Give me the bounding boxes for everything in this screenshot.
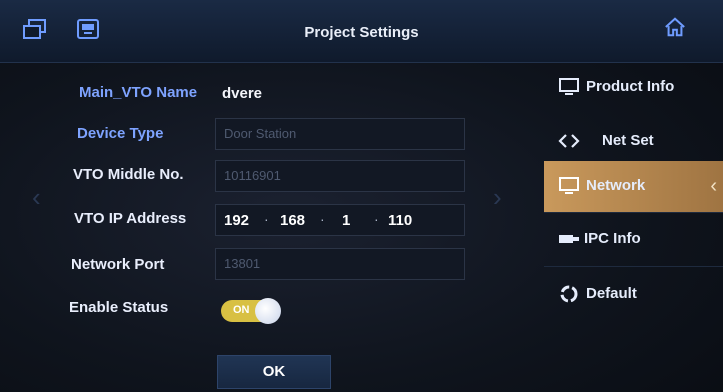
chevron-left-icon: ‹ bbox=[710, 175, 717, 197]
vto-ip-address-label: VTO IP Address bbox=[74, 210, 187, 227]
enable-status-label: Enable Status bbox=[69, 299, 169, 316]
menu-item-label: IPC Info bbox=[584, 230, 641, 247]
enable-status-toggle[interactable]: ON bbox=[221, 298, 281, 324]
ip-octet-4[interactable]: 110 bbox=[388, 205, 412, 237]
side-menu: Product Info Net Set Network ‹ IPC Info bbox=[544, 62, 723, 392]
menu-item-network[interactable]: Network ‹ bbox=[544, 161, 723, 213]
home-icon[interactable] bbox=[662, 16, 688, 38]
menu-divider bbox=[544, 212, 723, 213]
main-vto-name-value[interactable]: dvere bbox=[222, 85, 262, 102]
next-arrow[interactable]: › bbox=[493, 182, 502, 213]
camera-icon bbox=[558, 229, 580, 249]
menu-item-ipc-info[interactable]: IPC Info bbox=[544, 214, 723, 266]
ip-dot: · bbox=[374, 211, 379, 227]
top-bar: Project Settings bbox=[0, 0, 723, 63]
monitor-icon bbox=[558, 77, 580, 97]
vto-ip-address-field[interactable]: 192 · 168 · 1 · 110 bbox=[215, 204, 465, 236]
recycle-icon bbox=[558, 284, 580, 304]
toggle-knob bbox=[255, 298, 281, 324]
ip-octet-3[interactable]: 1 bbox=[342, 205, 350, 237]
menu-item-label: Default bbox=[586, 285, 637, 302]
ip-dot: · bbox=[320, 211, 325, 227]
menu-item-label: Product Info bbox=[586, 78, 675, 95]
page-title: Project Settings bbox=[304, 24, 419, 41]
ip-octet-2[interactable]: 168 bbox=[280, 205, 305, 237]
device-type-field[interactable]: Door Station bbox=[215, 118, 465, 150]
ip-dot: · bbox=[264, 211, 269, 227]
menu-item-default[interactable]: Default bbox=[544, 269, 723, 321]
main-vto-name-label: Main_VTO Name bbox=[79, 84, 198, 101]
network-port-field[interactable]: 13801 bbox=[215, 248, 465, 280]
vto-middle-no-label: VTO Middle No. bbox=[73, 166, 184, 183]
menu-item-label: Net Set bbox=[602, 132, 654, 149]
toggle-on-text: ON bbox=[233, 304, 250, 316]
ip-octet-1[interactable]: 192 bbox=[224, 205, 249, 237]
vto-middle-no-field[interactable]: 10116901 bbox=[215, 160, 465, 192]
menu-divider bbox=[544, 266, 723, 267]
prev-arrow[interactable]: ‹ bbox=[32, 182, 41, 213]
menu-item-product-info[interactable]: Product Info bbox=[544, 62, 723, 114]
menu-item-label: Network bbox=[586, 177, 646, 194]
code-arrows-icon bbox=[558, 131, 580, 151]
project-settings-screen: Project Settings ‹ › Main_VTO Name dvere… bbox=[0, 0, 723, 392]
ok-button[interactable]: OK bbox=[217, 355, 331, 389]
network-port-label: Network Port bbox=[71, 256, 165, 273]
monitor-icon bbox=[558, 176, 580, 196]
device-type-label: Device Type bbox=[77, 125, 164, 142]
